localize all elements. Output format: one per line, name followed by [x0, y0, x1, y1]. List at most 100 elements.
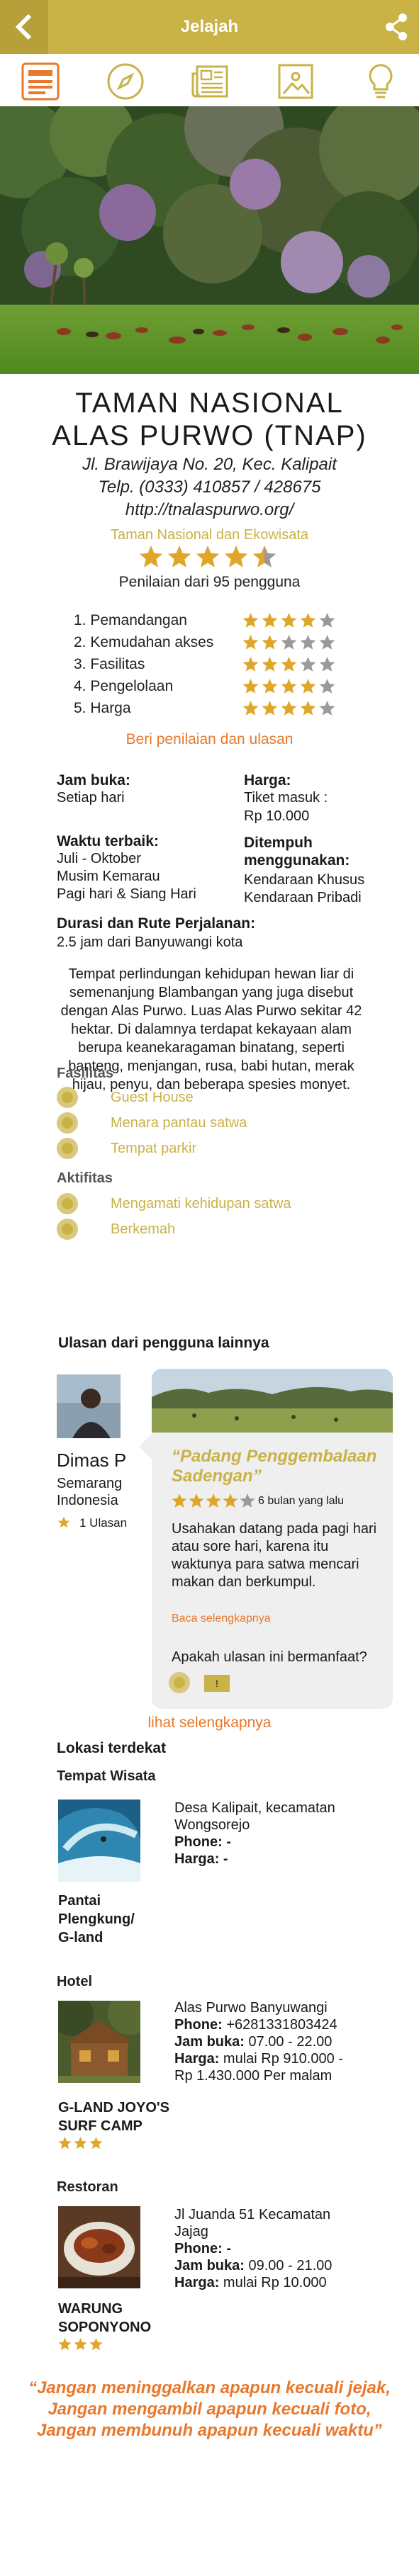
reach-label-2: menggunakan: — [244, 852, 350, 869]
poi-beach-name[interactable]: Pantai Plengkung/ G-land — [58, 1892, 135, 1947]
poi-hotel-hours-label: Jam buka: — [174, 2034, 245, 2050]
review-time: 6 bulan yang lalu — [258, 1495, 344, 1507]
poi-restaurant-name-2: SOPONYONO — [58, 2320, 152, 2335]
place-title-line1: TAMAN NASIONAL — [75, 388, 344, 419]
tab-document[interactable] — [18, 60, 62, 103]
image-icon — [278, 64, 313, 99]
poi-beach-phone: Phone: - — [174, 1834, 231, 1850]
reviewer-review-count: 1 Ulasan — [79, 1516, 128, 1530]
poi-restaurant-info: Jl Juanda 51 Kecamatan Jajag Phone: - Ja… — [174, 2206, 332, 2291]
place-title: TAMAN NASIONAL ALAS PURWO (TNAP) — [0, 387, 419, 452]
reviewer-country: Indonesia — [57, 1493, 118, 1508]
app-title: Jelajah — [180, 17, 239, 36]
restaurant-thumbnail[interactable] — [58, 2206, 140, 2288]
facility-radio-3[interactable] — [57, 1138, 78, 1159]
poi-hotel-name[interactable]: G-LAND JOYO'S SURF CAMP — [58, 2098, 169, 2135]
star-icon — [242, 613, 259, 628]
poi-hotel-phone[interactable]: +6281331803424 — [226, 2017, 337, 2033]
tab-bar — [0, 54, 419, 109]
facility-radio-2[interactable] — [57, 1112, 78, 1134]
poi-restaurant-price: mulai Rp 10.000 — [223, 2275, 327, 2290]
rate-review-link[interactable]: Beri penilaian dan ulasan — [0, 731, 419, 748]
activity-radio-1[interactable] — [57, 1193, 78, 1214]
poi-restaurant-name[interactable]: WARUNG SOPONYONO — [58, 2300, 151, 2337]
review-stars — [172, 1493, 257, 1513]
star-icon — [74, 2338, 87, 2351]
criteria-stars[interactable] — [242, 613, 339, 633]
newspaper-icon — [191, 65, 228, 98]
quote-line-1: “Jangan meninggalkan apapun kecuali jeja… — [28, 2378, 391, 2397]
best-time-3: Pagi hari & Siang Hari — [57, 886, 196, 902]
rating-count: Penilaian dari 95 pengguna — [118, 574, 301, 590]
star-icon — [319, 679, 335, 694]
place-website[interactable]: http://tnalaspurwo.org/ — [0, 500, 419, 520]
activity-radio-2[interactable] — [57, 1219, 78, 1240]
review-title-line2: Sadengan” — [172, 1467, 262, 1486]
star-icon — [58, 2338, 72, 2351]
poi-beach-address-1: Desa Kalipait, kecamatan — [174, 1800, 335, 1816]
document-icon — [21, 62, 60, 101]
review-title: “Padang Penggembalaan Sadengan” — [172, 1447, 384, 1486]
place-title-line2: ALAS PURWO (TNAP) — [52, 420, 367, 451]
star-icon — [281, 613, 297, 628]
review-photo[interactable] — [152, 1369, 393, 1433]
star-icon — [300, 635, 316, 650]
reviewer-city: Semarang — [57, 1476, 123, 1491]
route-label: Durasi dan Rute Perjalanan: — [57, 915, 256, 932]
reviewer-name[interactable]: Dimas P — [57, 1450, 126, 1471]
read-more-link[interactable]: Baca selengkapnya — [172, 1612, 271, 1625]
reach-2: Kendaraan Pribadi — [244, 890, 362, 905]
see-more-reviews-link[interactable]: lihat selengkapnya — [0, 1714, 419, 1732]
facility-parking: Tempat parkir — [111, 1141, 197, 1156]
price-label: Harga: — [244, 772, 291, 789]
reach-label-1: Ditempuh — [244, 835, 313, 851]
facility-radio-1[interactable] — [57, 1087, 78, 1108]
poi-hotel-name-1: G-LAND JOYO'S — [58, 2100, 169, 2115]
share-icon[interactable] — [384, 13, 409, 41]
place-phone: Telp. (0333) 410857 / 428675 — [98, 478, 321, 497]
star-icon — [167, 546, 191, 567]
quote-line-3: Jangan membunuh apapun kecuali waktu” — [37, 2421, 382, 2440]
hotel-thumbnail[interactable] — [58, 2001, 140, 2083]
star-icon — [262, 679, 278, 694]
poi-hotel-phone-label: Phone: — [174, 2017, 223, 2033]
star-icon — [281, 635, 297, 650]
beach-thumbnail[interactable] — [58, 1800, 140, 1882]
helpful-button[interactable]: ! — [204, 1675, 230, 1692]
star-icon — [172, 1493, 187, 1508]
facilities-heading: Fasilitas — [57, 1066, 114, 1081]
poi-beach-address-2: Wongsorejo — [174, 1817, 250, 1833]
star-icon — [262, 657, 278, 672]
tab-explore[interactable] — [104, 60, 147, 103]
avatar[interactable] — [57, 1374, 121, 1438]
criteria-stars[interactable] — [242, 657, 339, 677]
poi-beach-name-1: Pantai — [58, 1893, 101, 1909]
lightbulb-icon — [369, 64, 393, 98]
star-icon — [89, 2137, 103, 2150]
criteria-stars[interactable] — [242, 701, 339, 721]
poi-hotel-hours: 07.00 - 22.00 — [248, 2034, 333, 2050]
poi-beach-name-2: Plengkung/ — [58, 1911, 135, 1927]
best-time-label: Waktu terbaik: — [57, 833, 159, 849]
activity-camping: Berkemah — [111, 1221, 176, 1237]
overall-rating-stars — [0, 546, 419, 575]
section-hotel: Hotel — [57, 1974, 92, 1989]
tab-tips[interactable] — [359, 60, 403, 103]
criteria-label: 3. Fasilitas — [74, 656, 145, 672]
poi-beach-info: Desa Kalipait, kecamatan Wongsorejo Phon… — [174, 1800, 335, 1868]
best-time-1: Juli - Oktober — [57, 851, 141, 866]
star-icon — [242, 657, 259, 672]
tab-gallery[interactable] — [274, 60, 318, 103]
tab-news[interactable] — [189, 60, 233, 103]
poi-restaurant-address-2: Jajag — [174, 2224, 208, 2239]
helpful-radio[interactable] — [169, 1672, 190, 1693]
best-time-2: Musim Kemarau — [57, 869, 160, 884]
place-address: Jl. Brawijaya No. 20, Kec. Kalipait — [82, 455, 337, 474]
price-value-1: Tiket masuk : — [244, 790, 328, 806]
poi-restaurant-phone: Phone: - — [174, 2241, 231, 2256]
hero-photo — [0, 106, 419, 374]
criteria-stars[interactable] — [242, 679, 339, 699]
star-icon — [242, 679, 259, 694]
poi-hotel-price-2: Rp 1.430.000 Per malam — [174, 2068, 333, 2084]
criteria-stars[interactable] — [242, 635, 339, 655]
